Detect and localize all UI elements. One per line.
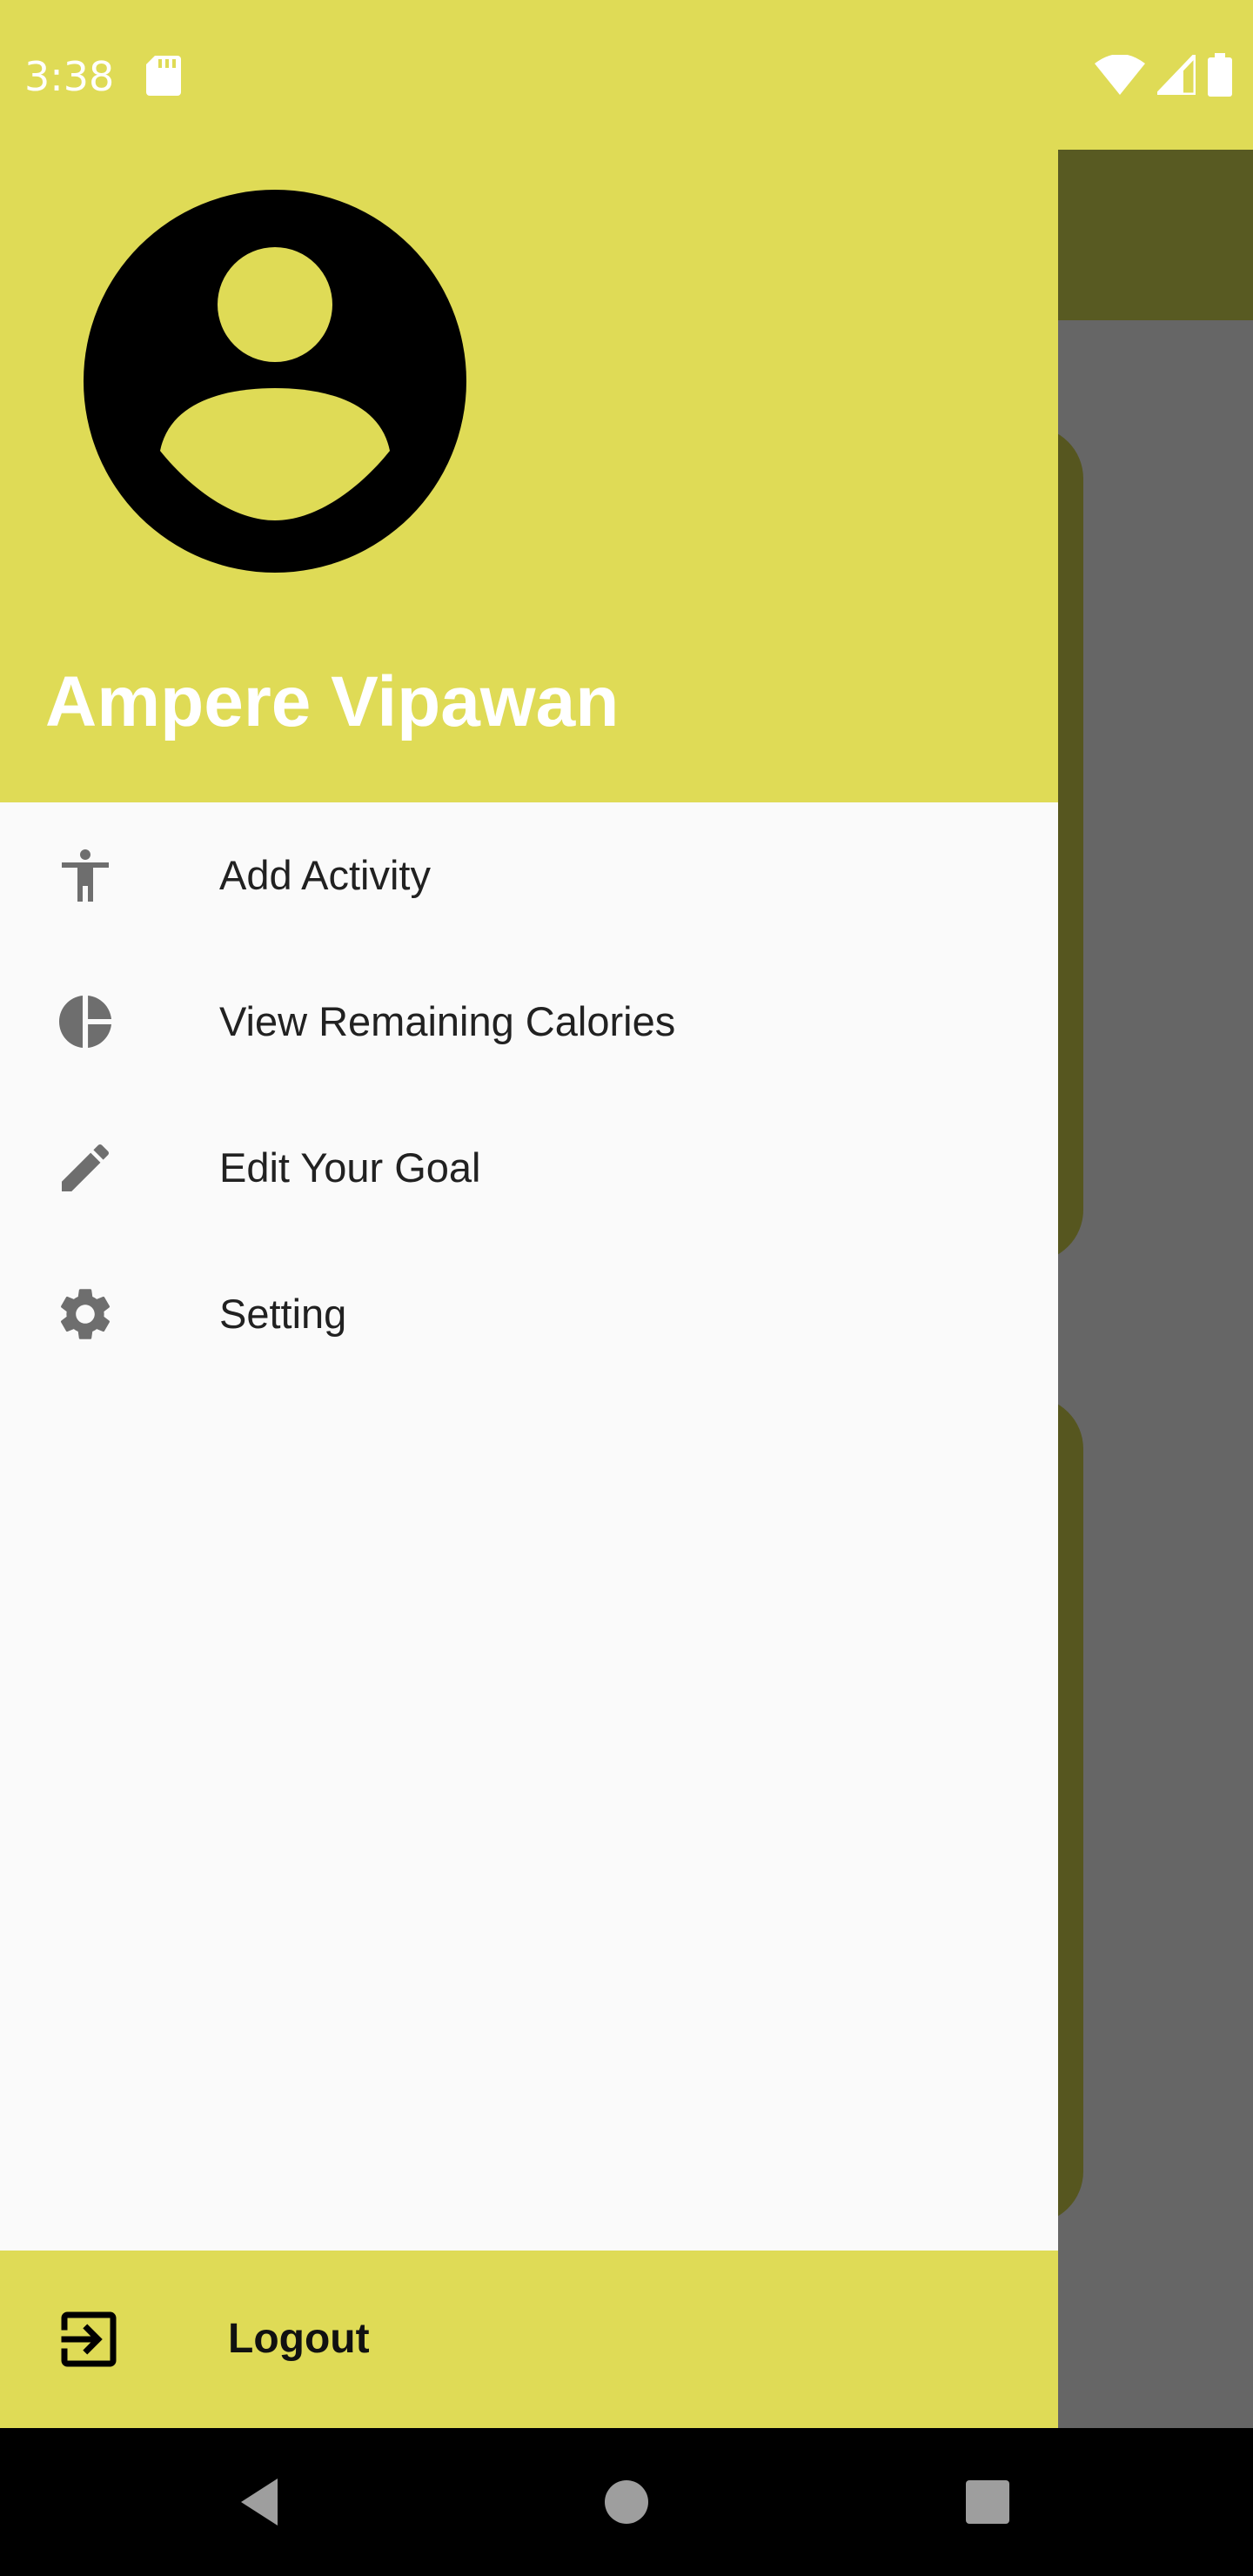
battery-icon xyxy=(1208,53,1232,97)
gear-icon xyxy=(60,1289,111,1339)
wifi-icon xyxy=(1095,55,1145,95)
menu-item-add-activity[interactable]: Add Activity xyxy=(0,802,1058,949)
menu-label: Add Activity xyxy=(219,852,431,898)
user-name: Ampere Vipawan xyxy=(45,662,620,741)
cell-signal-icon xyxy=(1157,55,1196,95)
system-navigation-bar xyxy=(0,2428,1253,2576)
accessibility-icon xyxy=(62,849,109,902)
menu-item-setting[interactable]: Setting xyxy=(0,1241,1058,1387)
navigation-drawer: Ampere Vipawan Add Activity View Remaini… xyxy=(0,150,1058,2428)
logout-button[interactable]: Logout xyxy=(0,2251,1058,2428)
status-bar: 3:38 xyxy=(0,0,1253,150)
sd-card-icon xyxy=(146,56,181,96)
drawer-menu: Add Activity View Remaining Calories Edi… xyxy=(0,802,1058,1387)
home-icon[interactable] xyxy=(587,2463,666,2541)
logout-label: Logout xyxy=(228,2316,370,2362)
drawer-header: Ampere Vipawan xyxy=(0,150,1058,802)
menu-label: Setting xyxy=(219,1291,347,1337)
account-circle-icon[interactable] xyxy=(84,190,466,573)
menu-item-edit-your-goal[interactable]: Edit Your Goal xyxy=(0,1095,1058,1241)
back-icon[interactable] xyxy=(222,2463,300,2541)
pencil-icon xyxy=(62,1144,110,1191)
menu-label: Edit Your Goal xyxy=(219,1144,481,1191)
exit-icon xyxy=(61,2311,117,2367)
status-icons xyxy=(1095,52,1232,97)
pie-chart-icon xyxy=(59,996,111,1048)
menu-label: View Remaining Calories xyxy=(219,998,676,1044)
recents-icon[interactable] xyxy=(948,2463,1027,2541)
menu-item-view-remaining-calories[interactable]: View Remaining Calories xyxy=(0,949,1058,1095)
status-time: 3:38 xyxy=(24,53,115,100)
